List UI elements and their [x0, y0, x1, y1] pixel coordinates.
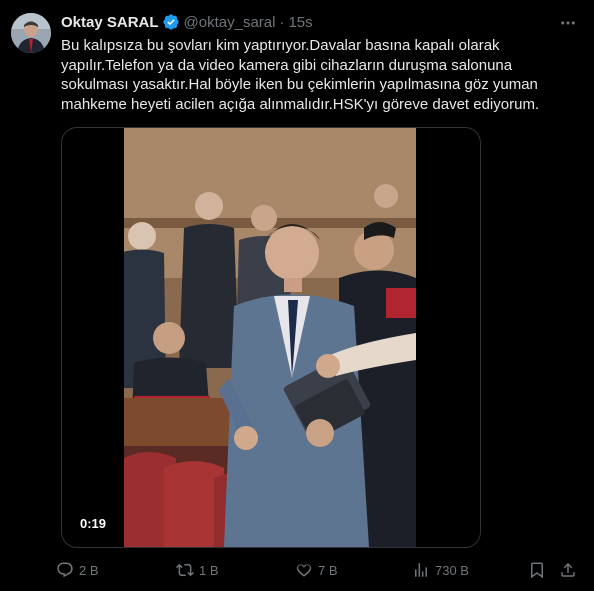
tweet-actions: 2 B 1 B 7 B 730 B — [56, 558, 581, 582]
tweet-header: Oktay SARAL @oktay_saral · 15s — [61, 12, 313, 32]
share-button[interactable] — [559, 558, 582, 582]
video-duration: 0:19 — [74, 514, 113, 534]
tweet-text-line: mahkeme heyeti acilen açığa alınmalıdır.… — [61, 95, 540, 113]
views-button[interactable]: 730 B — [412, 558, 469, 582]
views-icon — [415, 563, 427, 577]
views-count: 730 B — [435, 562, 469, 578]
tweet-timestamp[interactable]: 15s — [288, 14, 312, 31]
retweet-count: 1 B — [199, 562, 219, 578]
author-name[interactable]: Oktay SARAL — [61, 14, 159, 31]
video-thumbnail[interactable] — [124, 128, 416, 547]
tweet-text-line: Bu kalıpsıza bu şovları kim yaptırıyor.D… — [61, 37, 500, 54]
retweet-button[interactable]: 1 B — [176, 558, 219, 582]
video-player[interactable] — [61, 127, 481, 548]
bookmark-button[interactable] — [528, 558, 551, 582]
reply-icon — [57, 562, 73, 578]
like-count: 7 B — [318, 562, 338, 578]
header-separator: · — [279, 13, 285, 31]
reply-button[interactable]: 2 B — [56, 558, 99, 582]
tweet-text: Bu kalıpsıza bu şovları kim yaptırıyor.D… — [61, 36, 561, 114]
retweet-icon — [176, 563, 194, 577]
tweet-card[interactable]: Oktay SARAL @oktay_saral · 15s Bu kalıps… — [0, 0, 594, 591]
verified-badge-icon — [162, 13, 180, 31]
bookmark-icon — [531, 562, 543, 579]
reply-count: 2 B — [79, 562, 99, 578]
author-avatar[interactable] — [11, 13, 51, 53]
author-handle[interactable]: @oktay_saral — [184, 14, 276, 31]
tweet-text-line: yapılır.Telefon ya da video kamera gibi … — [61, 56, 513, 74]
share-icon — [561, 562, 575, 577]
tweet-text-line: sokulması yasaktır.Hal böyle iken bu çek… — [61, 76, 538, 93]
more-options-icon[interactable] — [555, 10, 581, 36]
heart-icon — [296, 564, 312, 577]
like-button[interactable]: 7 B — [295, 558, 338, 582]
